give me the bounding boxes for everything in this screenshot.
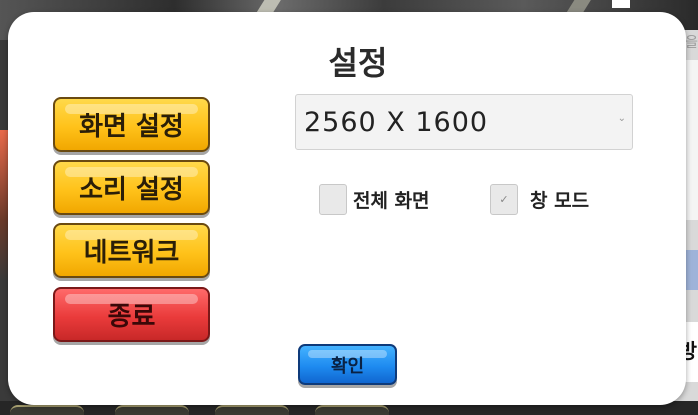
- fullscreen-option[interactable]: 전체 화면: [319, 184, 430, 215]
- background-slot: [315, 405, 389, 415]
- background-right-top-text: 을: [685, 35, 698, 51]
- sound-settings-button[interactable]: 소리 설정: [53, 160, 210, 215]
- fullscreen-checkbox[interactable]: [319, 184, 347, 215]
- dialog-title: 설정: [328, 44, 388, 82]
- confirm-label: 확인: [330, 355, 365, 377]
- chevron-down-icon: ⌄: [617, 113, 626, 124]
- windowed-option[interactable]: ✓ 창 모드: [490, 184, 589, 215]
- settings-dialog: 설정 화면 설정 소리 설정 네트워크 종료 2560 X 1600 ⌄ 전체 …: [8, 12, 686, 405]
- network-button[interactable]: 네트워크: [53, 223, 210, 278]
- network-label: 네트워크: [83, 238, 180, 268]
- background-slot: [10, 405, 84, 415]
- fullscreen-label: 전체 화면: [353, 190, 430, 212]
- display-settings-label: 화면 설정: [79, 112, 184, 142]
- resolution-value: 2560 X 1600: [304, 106, 489, 138]
- windowed-checkbox[interactable]: ✓: [490, 184, 518, 215]
- display-settings-button[interactable]: 화면 설정: [53, 97, 210, 152]
- exit-button[interactable]: 종료: [53, 287, 210, 342]
- background-slot: [115, 405, 189, 415]
- windowed-label: 창 모드: [530, 190, 590, 212]
- sound-settings-label: 소리 설정: [79, 175, 184, 205]
- resolution-select[interactable]: 2560 X 1600 ⌄: [295, 94, 633, 150]
- confirm-button[interactable]: 확인: [298, 344, 397, 385]
- background-white-box: [612, 0, 630, 8]
- checkmark-icon: ✓: [499, 193, 509, 206]
- background-slot: [215, 405, 289, 415]
- exit-label: 종료: [107, 302, 156, 332]
